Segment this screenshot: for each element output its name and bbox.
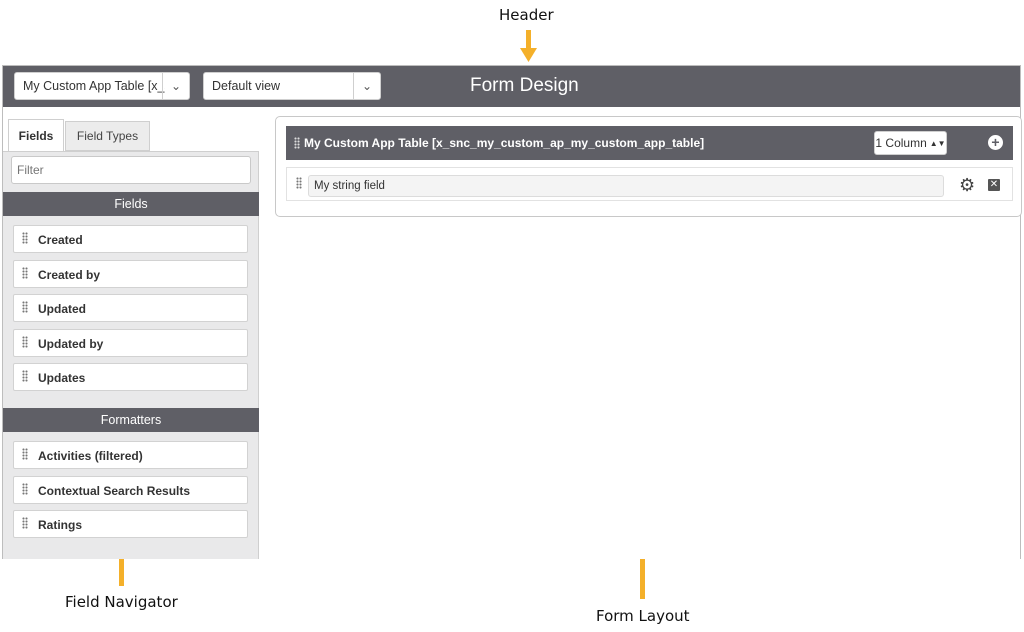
field-item-label: Updated <box>38 302 86 316</box>
drag-handle-icon[interactable] <box>22 336 28 348</box>
view-select[interactable]: Default view ⌄ <box>203 72 381 100</box>
form-section: My Custom App Table [x_snc_my_custom_ap_… <box>275 116 1022 217</box>
chevron-down-icon[interactable]: ⌄ <box>162 73 189 99</box>
table-select-value: My Custom App Table [x_s <box>23 79 165 93</box>
string-field[interactable]: My string field <box>308 175 944 197</box>
formatter-item-contextual-search[interactable]: Contextual Search Results <box>13 476 248 504</box>
gear-icon[interactable]: ⚙ <box>959 176 975 194</box>
formatter-item-ratings[interactable]: Ratings <box>13 510 248 538</box>
field-item-label: Updated by <box>38 337 104 351</box>
drag-handle-icon[interactable] <box>22 267 28 279</box>
drag-handle-icon[interactable] <box>22 448 28 460</box>
chevron-down-icon[interactable]: ⌄ <box>353 73 380 99</box>
field-item-created-by[interactable]: Created by <box>13 260 248 288</box>
arrow-down-icon <box>520 30 537 62</box>
drag-handle-icon[interactable] <box>22 301 28 313</box>
section-header: My Custom App Table [x_snc_my_custom_ap_… <box>286 126 1013 160</box>
field-item-label: Created <box>38 233 83 247</box>
drag-handle-icon[interactable] <box>296 177 302 189</box>
formatter-item-activities[interactable]: Activities (filtered) <box>13 441 248 469</box>
field-item-label: Created by <box>38 268 101 282</box>
field-item-updated-by[interactable]: Updated by <box>13 329 248 357</box>
tab-field-types[interactable]: Field Types <box>65 121 150 151</box>
fields-heading: Fields <box>3 192 259 216</box>
formatters-heading: Formatters <box>3 408 259 432</box>
form-designer-window: My Custom App Table [x_s ⌄ Default view … <box>2 65 1022 559</box>
form-field-row[interactable]: My string field ⚙ ✕ <box>286 167 1013 201</box>
drag-handle-icon[interactable] <box>22 483 28 495</box>
columns-select-value: 1 Column <box>875 136 927 150</box>
filter-input[interactable] <box>11 156 251 184</box>
table-select[interactable]: My Custom App Table [x_s ⌄ <box>14 72 190 100</box>
up-down-icon: ▲▼ <box>929 138 946 148</box>
plus-circle-icon[interactable]: + <box>988 135 1003 150</box>
close-box-icon[interactable]: ✕ <box>988 179 1000 191</box>
header-annotation: Header <box>499 6 554 24</box>
field-item-created[interactable]: Created <box>13 225 248 253</box>
drag-handle-icon[interactable] <box>294 137 300 149</box>
formatter-item-label: Contextual Search Results <box>38 484 191 498</box>
tab-fields[interactable]: Fields <box>8 119 64 152</box>
drag-handle-icon[interactable] <box>22 370 28 382</box>
drag-handle-icon[interactable] <box>22 517 28 529</box>
field-item-label: Updates <box>38 371 86 385</box>
form-layout: My Custom App Table [x_snc_my_custom_ap_… <box>259 107 1022 559</box>
field-navigator: Fields Field Types Fields Created Create… <box>3 107 259 559</box>
columns-select[interactable]: 1 Column ▲▼ <box>874 131 947 155</box>
page-title: Form Design <box>470 75 579 96</box>
field-navigator-annotation: Field Navigator <box>65 593 178 611</box>
formatter-item-label: Activities (filtered) <box>38 449 143 463</box>
header-bar: My Custom App Table [x_s ⌄ Default view … <box>3 66 1020 107</box>
drag-handle-icon[interactable] <box>22 232 28 244</box>
view-select-value: Default view <box>212 79 281 93</box>
field-item-updates[interactable]: Updates <box>13 363 248 391</box>
formatter-item-label: Ratings <box>38 518 83 532</box>
navigator-tabs: Fields Field Types <box>3 107 259 152</box>
form-layout-annotation: Form Layout <box>596 607 690 625</box>
section-title: My Custom App Table [x_snc_my_custom_ap_… <box>304 136 705 150</box>
field-item-updated[interactable]: Updated <box>13 294 248 322</box>
tabs-divider <box>3 151 259 152</box>
